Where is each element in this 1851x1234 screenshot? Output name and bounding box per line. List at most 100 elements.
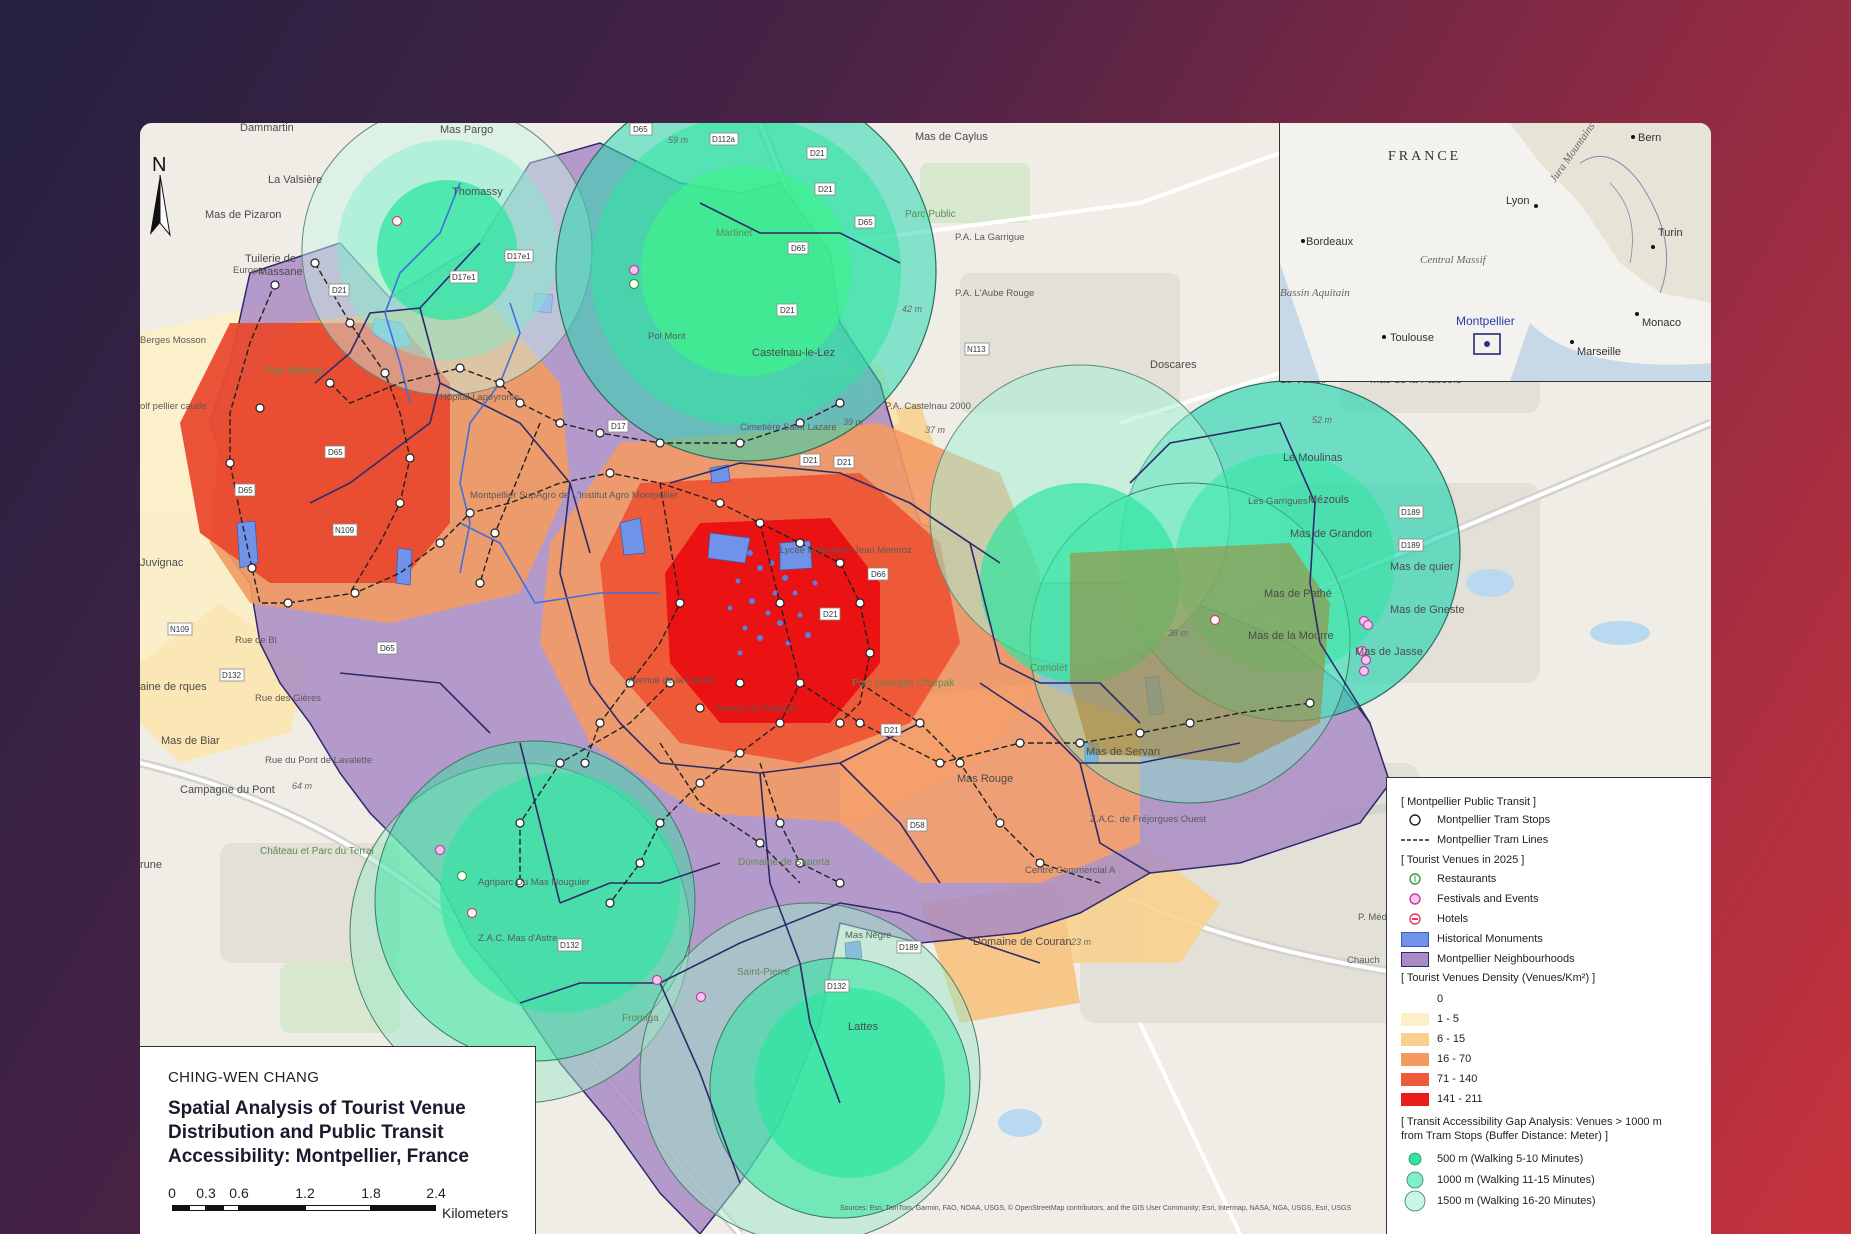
svg-text:D21: D21 (803, 456, 818, 465)
label-cimetiere: Cimetière Saint Lazare (740, 422, 837, 433)
legend-density-3: 16 - 70 (1401, 1051, 1471, 1067)
svg-text:D21: D21 (332, 286, 347, 295)
scale-unit: Kilometers (442, 1205, 509, 1221)
density-swatch (1401, 1012, 1429, 1026)
scale-seg (223, 1205, 239, 1211)
title-box: CHING-WEN CHANG Spatial Analysis of Tour… (140, 1046, 536, 1234)
label-aine-de-rques: aine de rques (140, 681, 207, 693)
density-swatch (1401, 1072, 1429, 1086)
inset-monaco: Monaco (1642, 317, 1681, 329)
svg-text:N109: N109 (335, 526, 355, 535)
svg-text:D21: D21 (810, 149, 825, 158)
svg-text:D189: D189 (899, 943, 919, 952)
label-saporta: Domaine de Saporta (738, 857, 830, 868)
festival-icon (1401, 892, 1429, 906)
label-dammartin: Dammartin (240, 123, 294, 134)
label-martinet: Martinet (716, 228, 752, 239)
svg-text:D17e1: D17e1 (507, 252, 531, 261)
author: CHING-WEN CHANG (168, 1069, 320, 1086)
density-swatch (1401, 1092, 1429, 1106)
label-les-garrigues: Les Garrigues (1248, 496, 1308, 507)
scale-tick-2: 0.6 (229, 1185, 249, 1201)
label-parc-public: Parc Public (905, 209, 956, 220)
svg-text:D21: D21 (823, 610, 838, 619)
legend-tram-stops: Montpellier Tram Stops (1401, 812, 1550, 828)
svg-text:D132: D132 (222, 671, 242, 680)
scale-tick-3: 1.2 (295, 1185, 315, 1201)
label-rue-lavalette: Rue du Pont de Lavalette (265, 755, 372, 766)
label-tuilerie: Tuilerie de (245, 253, 296, 265)
scale-seg (305, 1205, 371, 1211)
map-sources: Sources: Esri, TomTom, Garmin, FAO, NOAA… (840, 1205, 1352, 1212)
svg-text:N113: N113 (967, 345, 986, 354)
svg-text:38 m: 38 m (1168, 628, 1189, 638)
svg-text:D66: D66 (871, 570, 886, 579)
label-comolet: Comolet (1030, 663, 1067, 674)
scale-seg (172, 1205, 189, 1211)
label-castelnau: Castelnau-le-Lez (752, 347, 835, 359)
svg-text:D65: D65 (858, 218, 873, 227)
label-pol: Pol Mont (648, 331, 686, 342)
svg-text:59 m: 59 m (668, 135, 689, 145)
svg-text:D112a: D112a (712, 135, 736, 144)
north-label: N (152, 154, 166, 176)
label-parc-charpak: Parc Georges Charpak (852, 678, 955, 689)
scale-seg (189, 1205, 206, 1211)
svg-text:D21: D21 (837, 458, 852, 467)
legend-buffer-1000: 1000 m (Walking 11-15 Minutes) (1401, 1171, 1595, 1189)
label-chauch: Chauch (1347, 955, 1380, 966)
svg-text:23 m: 23 m (1070, 937, 1092, 947)
legend-festivals: Festivals and Events (1401, 891, 1539, 907)
svg-text:D65: D65 (633, 125, 648, 134)
label-thomassy: Thomassy (452, 186, 503, 198)
svg-text:D17e1: D17e1 (452, 273, 476, 282)
label-mas-pargo: Mas Pargo (440, 124, 493, 136)
inset-turin: Turin (1658, 227, 1683, 239)
svg-text:D65: D65 (380, 644, 395, 653)
label-rune: rune (140, 859, 162, 871)
label-domaine-couran: Domaine de Couran (973, 936, 1071, 948)
label-mas-de-pathe: Mas de Pathé (1264, 588, 1332, 600)
scale-seg (206, 1205, 223, 1211)
label-zac-mas-astre: Z.A.C. Mas d'Astre (478, 933, 557, 944)
hotel-icon (1401, 912, 1429, 926)
label-mezouls: Mézouls (1308, 494, 1349, 506)
inset-marseille: Marseille (1577, 346, 1621, 358)
svg-text:37 m: 37 m (925, 425, 946, 435)
label-pa-laube-rouge: P.A. L'Aube Rouge (955, 288, 1034, 299)
scale-seg (239, 1205, 305, 1211)
label-le-moulinas: Le Moulinas (1283, 452, 1343, 464)
label-mediath: P. Médi (1358, 912, 1389, 923)
svg-text:N109: N109 (170, 625, 190, 634)
inset-bassin: Bassin Aquitain (1280, 287, 1350, 299)
inset-bern: Bern (1638, 132, 1661, 144)
svg-text:D132: D132 (827, 982, 847, 991)
svg-text:D65: D65 (238, 486, 253, 495)
label-mas-de-servan: Mas de Servan (1086, 746, 1160, 758)
legend-density-0: 0 (1401, 991, 1443, 1007)
label-mas-de-grandon: Mas de Grandon (1290, 528, 1372, 540)
label-doscares: Doscares (1150, 359, 1197, 371)
legend-hotels: Hotels (1401, 911, 1468, 927)
scale-bar: 0 0.3 0.6 1.2 1.8 2.4 Kilometers (168, 1185, 520, 1227)
svg-text:39 m: 39 m (843, 417, 864, 427)
density-swatch (1401, 1032, 1429, 1046)
inset-map[interactable]: FRANCE Bern Lyon Bordeaux Turin Toulouse… (1279, 123, 1711, 382)
legend-density-head: [ Tourist Venues Density (Venues/Km²) ] (1401, 972, 1596, 984)
legend-neighbourhoods: Montpellier Neighbourhoods (1401, 951, 1575, 967)
label-centre-commercial: Centre Commercial A (1025, 865, 1116, 876)
label-campagne-du-pont: Campagne du Pont (180, 784, 275, 796)
label-juvignac: Juvignac (140, 557, 184, 569)
svg-text:D132: D132 (560, 941, 580, 950)
scale-tick-1: 0.3 (196, 1185, 216, 1201)
label-berges-mosson: Berges Mosson (140, 335, 206, 346)
label-pa-la-garrigue: P.A. La Garrigue (955, 232, 1025, 243)
svg-text:42 m: 42 m (902, 304, 923, 314)
label-lattes: Lattes (848, 1021, 878, 1033)
inset-country: FRANCE (1388, 149, 1461, 164)
inset-montpellier: Montpellier (1456, 314, 1515, 328)
inset-central-massif: Central Massif (1420, 254, 1488, 266)
density-swatch (1401, 992, 1429, 1006)
map-title: Spatial Analysis of Tourist Venue Distri… (168, 1098, 469, 1167)
svg-text:D17: D17 (611, 422, 626, 431)
